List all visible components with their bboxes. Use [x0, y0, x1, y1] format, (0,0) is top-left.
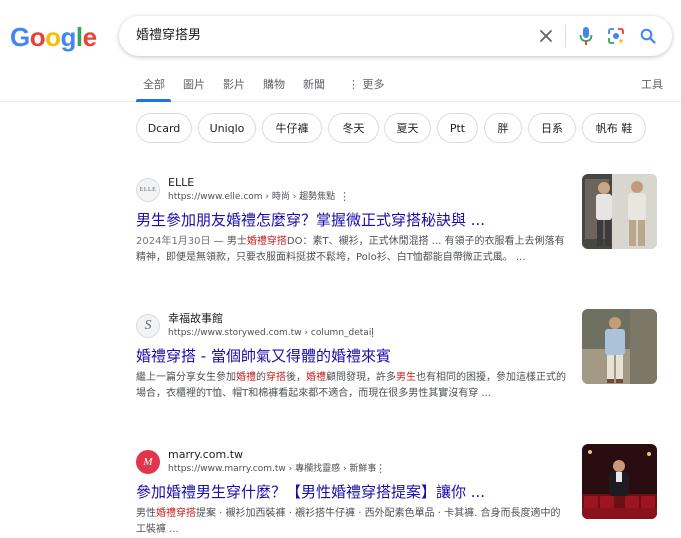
result-snippet: 繼上一篇分享女生參加婚禮的穿搭後，婚禮顧問發現，許多男生也有相同的困擾，參加這樣… [136, 370, 566, 402]
clear-icon[interactable] [535, 25, 557, 47]
logo-letter: e [82, 22, 97, 52]
site-favicon: M [136, 450, 160, 474]
tab-more[interactable]: ⋮ 更多 [348, 78, 385, 92]
logo-letter: o [29, 22, 46, 52]
result-source[interactable]: S 幸福故事館 https://www.storywed.com.tw › co… [136, 312, 576, 342]
chip-canvas-shoes[interactable]: 帆布 鞋 [582, 113, 646, 143]
result-title[interactable]: 參加婚禮男生穿什麼？【男性婚禮穿搭提案】讓你 ... [136, 482, 485, 502]
chip-japanese-style[interactable]: 日系 [528, 113, 576, 143]
more-options-icon[interactable]: ⋮ [339, 191, 350, 203]
site-favicon: ELLE [136, 178, 160, 202]
microphone-icon[interactable] [575, 25, 597, 47]
site-name: marry.com.tw [168, 448, 244, 461]
chip-ptt[interactable]: Ptt [437, 113, 478, 143]
result-title[interactable]: 婚禮穿搭 - 當個帥氣又得體的婚禮來賓 [136, 346, 391, 366]
snippet-text: — 男士 [210, 236, 247, 247]
highlighted-term: 婚禮 [306, 372, 326, 383]
site-favicon: S [136, 314, 160, 338]
camera-lens-icon[interactable] [605, 25, 627, 47]
search-result: ELLE ELLE https://www.elle.com › 時尚 › 趨勢… [136, 174, 676, 286]
site-name: ELLE [168, 176, 195, 189]
active-tab-indicator [136, 99, 171, 102]
search-icon[interactable] [637, 25, 659, 47]
more-options-icon[interactable]: ⋮ [375, 463, 386, 475]
result-source[interactable]: M marry.com.tw https://www.marry.com.tw … [136, 448, 576, 478]
result-source[interactable]: ELLE ELLE https://www.elle.com › 時尚 › 趨勢… [136, 176, 576, 206]
highlighted-term: 穿搭 [266, 372, 286, 383]
chip-dcard[interactable]: Dcard [136, 113, 192, 143]
tab-news[interactable]: 新聞 [303, 78, 325, 92]
site-url: https://www.elle.com › 時尚 › 趨勢焦點 [168, 192, 336, 202]
result-thumbnail[interactable] [582, 309, 657, 384]
logo-letter: o [45, 22, 61, 52]
site-url: https://www.marry.com.tw › 專欄找靈感 › 新鮮事 [168, 464, 377, 474]
more-options-icon[interactable]: ⋮ [367, 327, 378, 339]
snippet-text: 男性 [136, 508, 156, 519]
search-input[interactable]: 婚禮穿搭男 [136, 27, 201, 45]
site-url: https://www.storywed.com.tw › column_det… [168, 328, 374, 338]
chip-jeans[interactable]: 牛仔褲 [262, 113, 322, 143]
result-snippet: 男性婚禮穿搭提案 · 襯衫加西裝褲 · 襯衫搭牛仔褲 · 西外配素色單品 · 卡… [136, 506, 566, 538]
highlighted-term: 婚禮 [236, 372, 256, 383]
tab-images[interactable]: 圖片 [183, 78, 205, 92]
site-name: 幸福故事館 [168, 312, 223, 325]
google-logo[interactable]: Google [10, 22, 97, 52]
search-box[interactable]: 婚禮穿搭男 [119, 16, 672, 56]
search-divider [565, 25, 566, 47]
tools-button[interactable]: 工具 [641, 78, 663, 92]
chip-chubby[interactable]: 胖 [484, 113, 522, 143]
tab-shopping[interactable]: 購物 [263, 78, 285, 92]
snippet-text: 繼上一篇分享女生參加 [136, 372, 236, 383]
tab-all[interactable]: 全部 [143, 78, 165, 92]
highlighted-term: 婚禮穿搭 [246, 236, 287, 247]
result-date: 2024年1月30日 [136, 236, 211, 247]
result-title[interactable]: 男生參加朋友婚禮怎麼穿？掌握微正式穿搭秘訣與 ... [136, 210, 485, 230]
snippet-text: 顧問發現，許多 [326, 372, 396, 383]
snippet-text: 後， [286, 372, 306, 383]
logo-letter: g [60, 22, 77, 52]
chip-uniqlo[interactable]: Uniqlo [198, 113, 256, 143]
result-thumbnail[interactable] [582, 444, 657, 519]
logo-letter: l [75, 22, 83, 52]
result-snippet: 2024年1月30日 — 男士婚禮穿搭DO：素T、襯衫，正式休閒混搭 ... 有… [136, 234, 566, 266]
highlighted-term: 男生 [396, 372, 416, 383]
snippet-text: 的 [256, 372, 266, 383]
highlighted-term: 婚禮穿搭 [156, 508, 196, 519]
search-result: S 幸福故事館 https://www.storywed.com.tw › co… [136, 309, 676, 422]
chip-summer[interactable]: 夏天 [384, 113, 431, 143]
chip-winter[interactable]: 冬天 [328, 113, 379, 143]
logo-letter: G [10, 22, 30, 52]
snippet-text: 提案 · 襯衫加西裝褲 · 襯衫搭牛仔褲 · 西外配素色單品 · 卡其褲. 合身… [136, 508, 561, 535]
tab-videos[interactable]: 影片 [223, 78, 245, 92]
result-thumbnail[interactable] [582, 174, 657, 249]
search-tabs: 全部 圖片 影片 購物 新聞 ⋮ 更多 工具 [0, 70, 681, 102]
search-result: M marry.com.tw https://www.marry.com.tw … [136, 444, 676, 538]
